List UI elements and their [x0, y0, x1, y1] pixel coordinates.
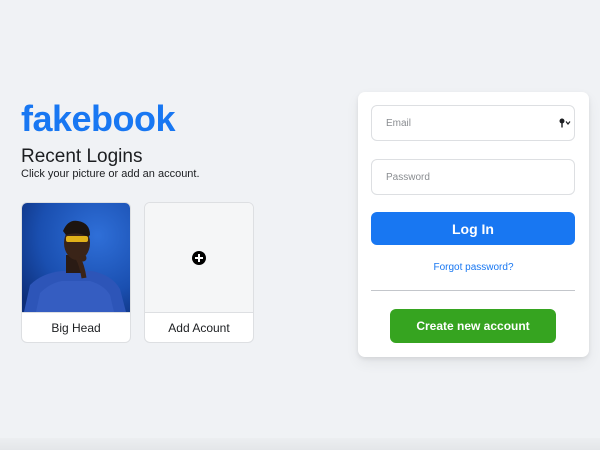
account-name: Big Head: [22, 312, 130, 342]
divider: [371, 290, 575, 291]
login-panel: Log In Forgot password? Create new accou…: [358, 92, 589, 357]
recent-logins-subtitle: Click your picture or add an account.: [21, 168, 200, 180]
password-field[interactable]: [371, 159, 575, 195]
forgot-password-link[interactable]: Forgot password?: [358, 262, 589, 273]
profile-photo: [22, 203, 130, 312]
recent-logins-title: Recent Logins: [21, 146, 143, 167]
account-card-big-head[interactable]: Big Head: [21, 202, 131, 343]
add-account-area[interactable]: [145, 203, 253, 312]
bottom-strip: [0, 438, 600, 450]
email-field[interactable]: [371, 105, 575, 141]
login-button[interactable]: Log In: [371, 212, 575, 245]
key-icon[interactable]: [559, 118, 571, 128]
plus-circle-icon: [192, 250, 206, 265]
create-account-button[interactable]: Create new account: [390, 309, 556, 343]
add-account-label: Add Acount: [145, 312, 253, 342]
add-account-card[interactable]: Add Acount: [144, 202, 254, 343]
fakebook-logo: fakebook: [21, 98, 176, 139]
